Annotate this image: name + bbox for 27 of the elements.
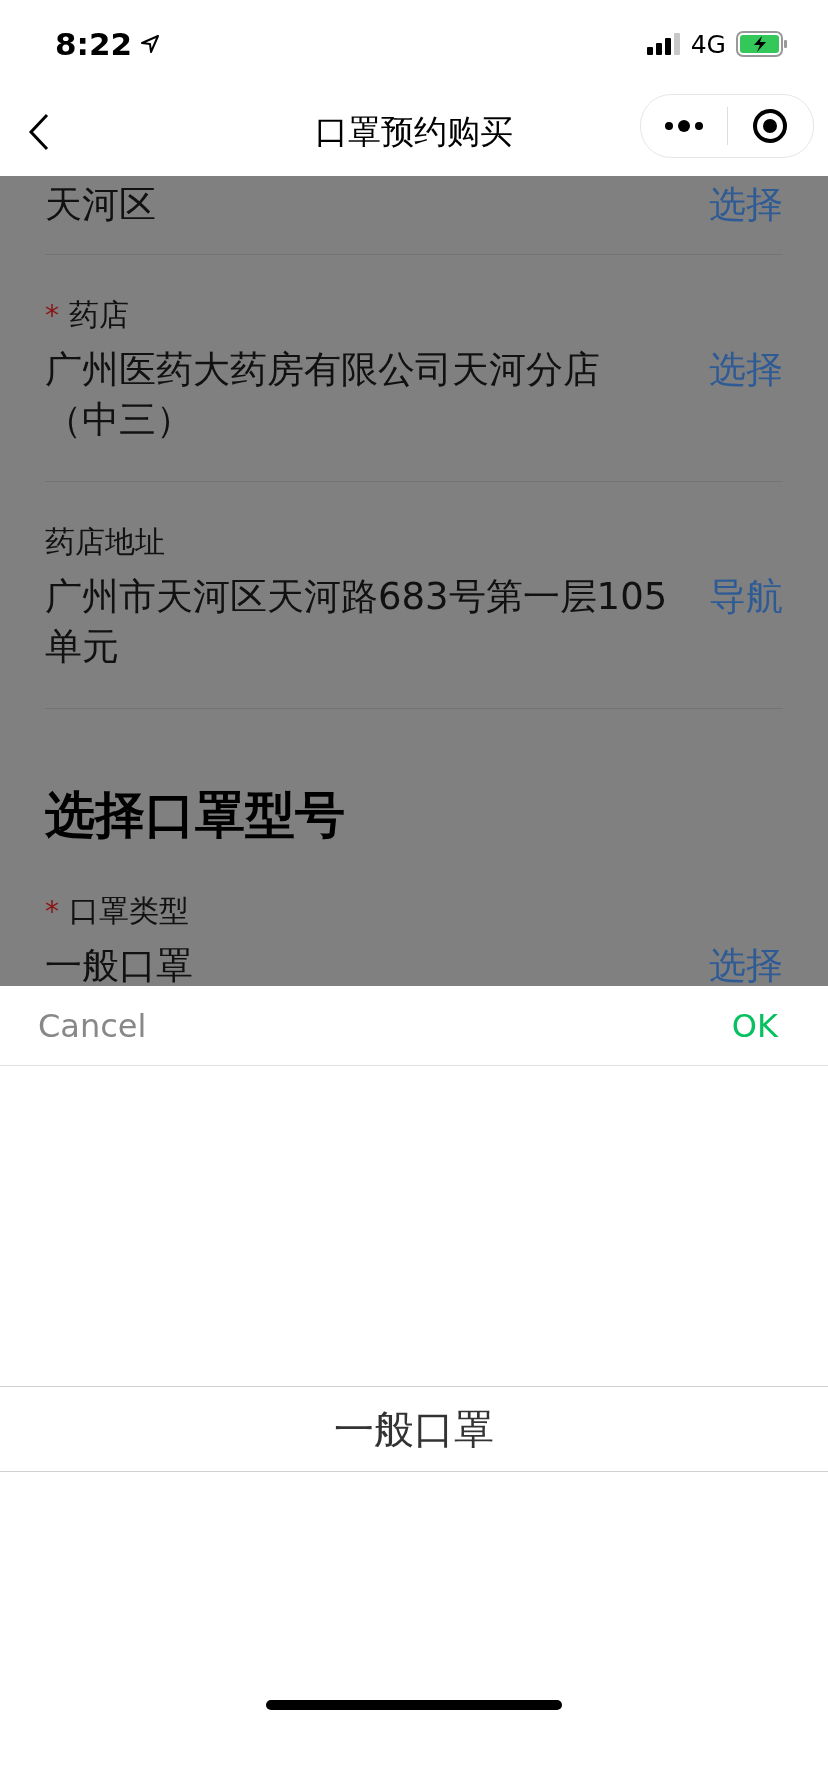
location-arrow-icon	[140, 34, 161, 54]
back-chevron-icon	[28, 113, 50, 151]
field-action-link[interactable]: 选择	[709, 941, 783, 986]
field-label: 药店地址	[45, 522, 165, 561]
required-mark: *	[45, 298, 59, 332]
ok-button[interactable]: OK	[731, 1006, 778, 1045]
required-mark: *	[45, 894, 59, 928]
target-icon	[752, 108, 789, 144]
field-action-link[interactable]: 选择	[709, 345, 783, 395]
field-action-link[interactable]: 选择	[709, 180, 783, 230]
page-title: 口罩预约购买	[315, 110, 513, 153]
network-type: 4G	[690, 29, 726, 59]
field-value: 广州医药大药房有限公司天河分店（中三）	[45, 347, 601, 443]
cancel-button[interactable]: Cancel	[38, 1006, 147, 1045]
field-value: 一般口罩	[45, 943, 193, 986]
battery-charging-icon	[736, 31, 788, 57]
signal-icon	[646, 33, 681, 55]
field-action-link[interactable]: 导航	[709, 572, 783, 622]
status-time: 8:22	[55, 26, 133, 62]
field-value: 天河区	[45, 182, 156, 228]
field-value: 广州市天河区天河路683号第一层105单元	[45, 574, 669, 670]
field-label: 口罩类型	[69, 891, 189, 930]
more-dots-icon	[663, 119, 704, 133]
section-title: 选择口罩型号	[45, 785, 346, 845]
picker-option[interactable]: 一般口罩	[0, 1386, 828, 1472]
field-label: 药店	[69, 295, 129, 334]
back-button[interactable]	[28, 113, 50, 151]
